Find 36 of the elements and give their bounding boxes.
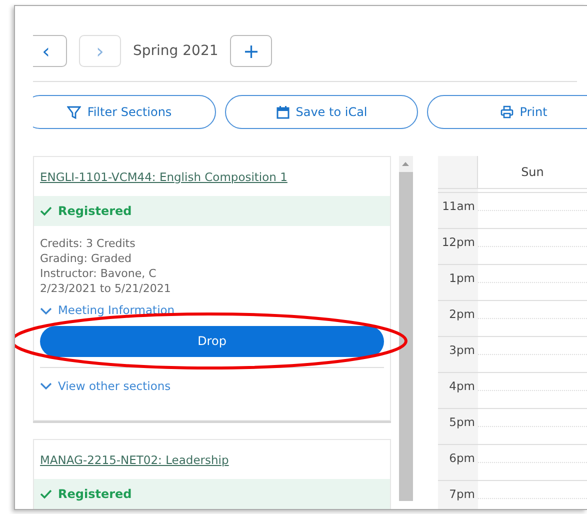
hour-label: 1pm (438, 265, 478, 300)
course-detail: Grading: Graded (40, 251, 133, 266)
check-icon (40, 489, 52, 500)
course-detail: Instructor: Bavone, C (40, 266, 158, 282)
hour-label: 7pm (438, 481, 478, 509)
course-detail: 2/23/2021 to 5/21/2021 (40, 281, 172, 296)
hour-label: 4pm (438, 373, 478, 408)
status-label: Registered (58, 486, 132, 504)
scroll-up-icon (402, 162, 410, 166)
hour-label: 5pm (438, 409, 478, 444)
day-header: Sun (478, 156, 587, 188)
calendar-icon (276, 105, 290, 119)
filter-icon (67, 105, 82, 119)
hour-label: 3pm (438, 337, 478, 372)
term-label: Spring 2021 (133, 42, 218, 60)
calendar-button[interactable]: Save to iCal (225, 95, 418, 129)
check-icon (40, 206, 52, 216)
print-button[interactable]: Print (427, 95, 587, 129)
view-sections-toggle[interactable]: View other sections (34, 378, 177, 395)
drop-button[interactable]: Drop (40, 326, 384, 356)
course-detail: Credits: 3 Credits (40, 236, 136, 252)
chevron-down-icon (40, 306, 52, 315)
hour-label: 12pm (438, 229, 478, 264)
previous-button[interactable]: ‹ (33, 35, 67, 67)
meeting-info-toggle[interactable]: Meeting Information (34, 302, 181, 320)
hour-label: 2pm (438, 301, 478, 336)
add-button[interactable]: + (230, 35, 272, 67)
course-title-link[interactable]: ENGLI-1101-VCM44: English Composition 1 (34, 157, 294, 196)
scrollbar[interactable] (399, 156, 413, 501)
hour-label: 6pm (438, 445, 478, 480)
filter-button[interactable]: Filter Sections (33, 95, 216, 129)
hour-label: 11am (438, 193, 478, 228)
course-title-link[interactable]: MANAG-2215-NET02: Leadership (34, 440, 235, 480)
chevron-down-icon (40, 382, 52, 390)
status-label: Registered (58, 203, 132, 220)
printer-icon (500, 105, 514, 119)
